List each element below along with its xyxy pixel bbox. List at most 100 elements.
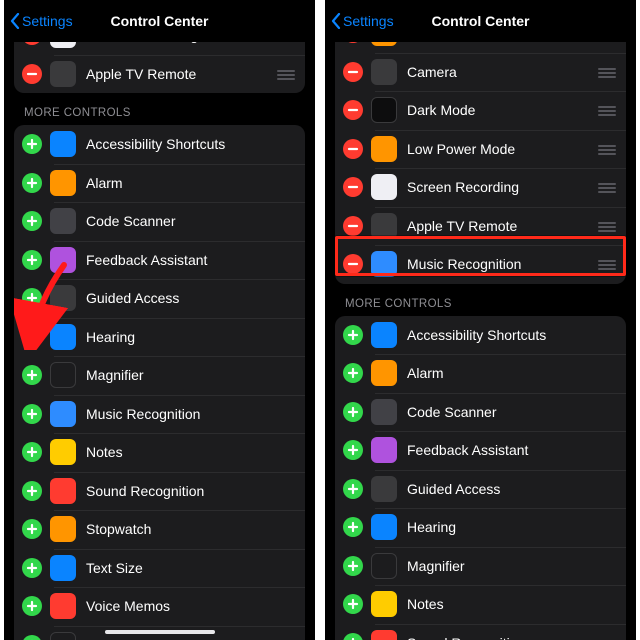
drag-handle-icon[interactable] xyxy=(594,220,616,232)
navbar: Settings Control Center xyxy=(325,0,636,42)
control-label: Alarm xyxy=(86,175,295,191)
control-label: Accessibility Shortcuts xyxy=(86,136,295,152)
drag-handle-icon[interactable] xyxy=(594,104,616,116)
control-label: Voice Memos xyxy=(86,598,295,614)
remove-button[interactable] xyxy=(343,139,363,159)
control-label: Hearing xyxy=(86,329,295,345)
control-row: Guided Access xyxy=(335,470,626,509)
app-icon xyxy=(371,591,397,617)
add-button[interactable] xyxy=(22,442,42,462)
control-label: Stopwatch xyxy=(86,521,295,537)
control-label: Code Scanner xyxy=(407,404,616,420)
app-icon xyxy=(371,213,397,239)
control-row: Screen Recording xyxy=(14,42,305,55)
control-label: Magnifier xyxy=(407,558,616,574)
add-button[interactable] xyxy=(22,211,42,231)
add-button[interactable] xyxy=(343,633,363,640)
add-button[interactable] xyxy=(22,365,42,385)
app-icon xyxy=(50,42,76,48)
control-label: Feedback Assistant xyxy=(407,442,616,458)
add-button[interactable] xyxy=(22,173,42,193)
drag-handle-icon[interactable] xyxy=(594,181,616,193)
add-button[interactable] xyxy=(22,288,42,308)
app-icon xyxy=(371,437,397,463)
add-button[interactable] xyxy=(22,404,42,424)
drag-handle-icon[interactable] xyxy=(273,68,295,80)
control-row: Hearing xyxy=(335,508,626,547)
control-row: Sound Recognition xyxy=(14,472,305,511)
add-button[interactable] xyxy=(22,519,42,539)
app-icon xyxy=(371,360,397,386)
add-button[interactable] xyxy=(22,481,42,501)
remove-button[interactable] xyxy=(343,254,363,274)
control-row: Calculator xyxy=(335,42,626,53)
add-button[interactable] xyxy=(22,327,42,347)
add-button[interactable] xyxy=(22,558,42,578)
add-button[interactable] xyxy=(22,134,42,154)
control-label: Sound Recognition xyxy=(407,635,616,640)
remove-button[interactable] xyxy=(22,64,42,84)
control-row: Hearing xyxy=(14,318,305,357)
drag-handle-icon[interactable] xyxy=(594,66,616,78)
control-row: Screen Recording xyxy=(335,168,626,207)
add-button[interactable] xyxy=(343,517,363,537)
control-label: Hearing xyxy=(407,519,616,535)
control-label: Guided Access xyxy=(407,481,616,497)
app-icon xyxy=(371,514,397,540)
add-button[interactable] xyxy=(22,596,42,616)
control-label: Alarm xyxy=(407,365,616,381)
control-row: Alarm xyxy=(14,164,305,203)
control-label: Notes xyxy=(86,444,295,460)
control-row: Dark Mode xyxy=(335,91,626,130)
control-label: Camera xyxy=(407,64,594,80)
app-icon xyxy=(371,322,397,348)
remove-button[interactable] xyxy=(343,42,363,43)
app-icon xyxy=(50,170,76,196)
control-row: Voice Memos xyxy=(14,587,305,626)
more-controls-card: Accessibility Shortcuts Alarm Code Scann… xyxy=(335,316,626,640)
add-button[interactable] xyxy=(343,556,363,576)
drag-handle-icon[interactable] xyxy=(594,143,616,155)
control-label: Music Recognition xyxy=(407,256,594,272)
app-icon xyxy=(50,208,76,234)
app-icon xyxy=(50,401,76,427)
add-button[interactable] xyxy=(343,363,363,383)
control-row: Text Size xyxy=(14,549,305,588)
control-row: Sound Recognition xyxy=(335,624,626,640)
back-button[interactable]: Settings xyxy=(10,13,73,29)
back-button[interactable]: Settings xyxy=(331,13,394,29)
app-icon xyxy=(371,476,397,502)
control-row: Apple TV Remote xyxy=(335,207,626,246)
remove-button[interactable] xyxy=(343,177,363,197)
scroll-area-left: Screen Recording Apple TV Remote MORE CO… xyxy=(4,42,315,640)
phone-left: Settings Control Center Screen Recording… xyxy=(4,0,315,640)
scroll-area-right: Calculator Camera Dark Mode Low Power Mo… xyxy=(325,42,636,640)
app-icon xyxy=(50,516,76,542)
remove-button[interactable] xyxy=(22,42,42,45)
remove-button[interactable] xyxy=(343,62,363,82)
add-button[interactable] xyxy=(22,250,42,270)
remove-button[interactable] xyxy=(343,100,363,120)
drag-handle-icon[interactable] xyxy=(594,258,616,270)
phone-right: Settings Control Center Calculator Camer… xyxy=(325,0,636,640)
section-more-controls: MORE CONTROLS xyxy=(325,284,636,316)
add-button[interactable] xyxy=(343,479,363,499)
app-icon xyxy=(371,136,397,162)
add-button[interactable] xyxy=(343,440,363,460)
app-icon xyxy=(50,439,76,465)
control-row: Magnifier xyxy=(14,356,305,395)
app-icon xyxy=(50,478,76,504)
add-button[interactable] xyxy=(343,594,363,614)
control-row: Feedback Assistant xyxy=(335,431,626,470)
add-button[interactable] xyxy=(343,325,363,345)
add-button[interactable] xyxy=(22,635,42,640)
app-icon xyxy=(371,553,397,579)
app-icon xyxy=(50,247,76,273)
chevron-left-icon xyxy=(10,13,20,29)
control-row: Code Scanner xyxy=(335,393,626,432)
add-button[interactable] xyxy=(343,402,363,422)
remove-button[interactable] xyxy=(343,216,363,236)
app-icon xyxy=(50,362,76,388)
control-label: Guided Access xyxy=(86,290,295,306)
app-icon xyxy=(50,555,76,581)
